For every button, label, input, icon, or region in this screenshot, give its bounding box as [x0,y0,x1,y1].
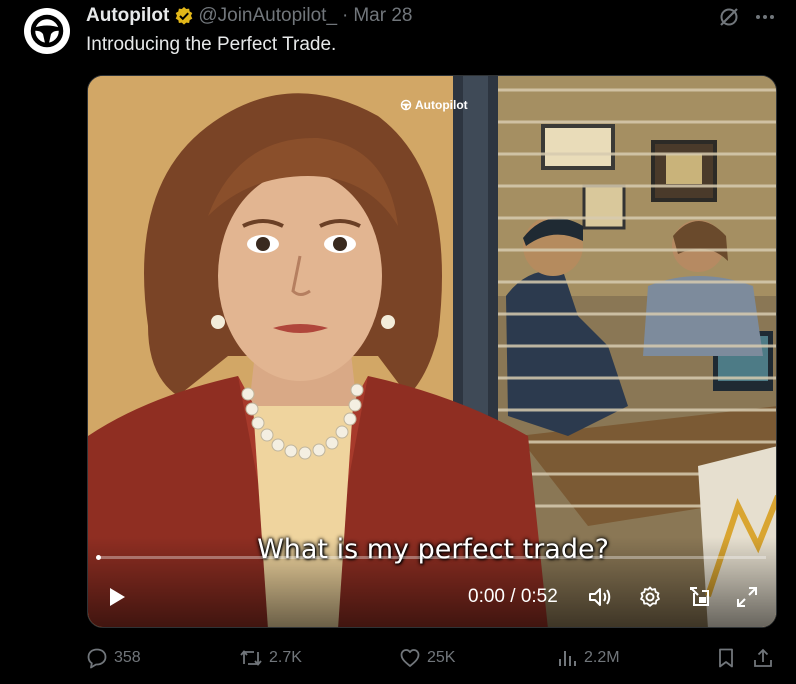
reply-button[interactable]: 358 [86,646,141,670]
like-count: 25K [427,649,456,666]
share-icon [754,648,772,667]
bookmark-icon [719,648,733,668]
picture-in-picture-icon [690,587,709,606]
views-icon [559,651,576,666]
fullscreen-icon [737,587,757,607]
video-watermark: Autopilot [400,98,468,112]
video-caption: What is my perfect trade? [257,534,609,565]
reply-count: 358 [114,649,141,666]
repost-button[interactable]: 2.7K [239,646,302,670]
separator-dot: · [342,5,349,26]
tweet-text: Introducing the Perfect Trade. [86,34,337,55]
reply-icon [87,648,107,669]
grok-button[interactable] [716,4,742,30]
fullscreen-button[interactable] [733,584,761,610]
grok-icon [720,8,738,26]
repost-count: 2.7K [269,649,302,666]
verified-badge-icon[interactable] [174,6,194,26]
views-button[interactable]: 2.2M [556,646,620,670]
steering-wheel-icon [400,99,412,111]
volume-button[interactable] [586,584,614,610]
more-button[interactable] [752,4,778,30]
tweet-header: Autopilot @JoinAutopilot_ · Mar 28 [86,4,412,28]
play-button[interactable] [104,584,130,610]
play-icon [110,588,125,606]
settings-button[interactable] [636,584,664,610]
video-progress-bar[interactable] [96,555,766,560]
author-name[interactable]: Autopilot [86,5,169,27]
more-icon [756,15,774,19]
avatar[interactable] [24,8,70,54]
tweet-date[interactable]: Mar 28 [353,5,412,27]
video-player[interactable]: Autopilot What is my perfect trade? 0:00… [87,75,777,628]
volume-icon [589,588,611,606]
steering-wheel-icon [30,14,64,48]
repost-icon [240,650,262,666]
watermark-text: Autopilot [415,98,468,112]
tweet-action-bar: 358 2.7K 25K 2.2M [86,646,776,670]
author-handle[interactable]: @JoinAutopilot_ [198,5,337,27]
progress-knob[interactable] [96,555,101,560]
heart-icon [400,649,420,667]
gear-icon [640,586,660,607]
picture-in-picture-button[interactable] [686,584,714,610]
view-count: 2.2M [584,649,620,666]
video-time: 0:00 / 0:52 [468,586,558,607]
bookmark-button[interactable] [716,646,736,670]
like-button[interactable]: 25K [399,646,455,670]
share-button[interactable] [752,646,774,670]
